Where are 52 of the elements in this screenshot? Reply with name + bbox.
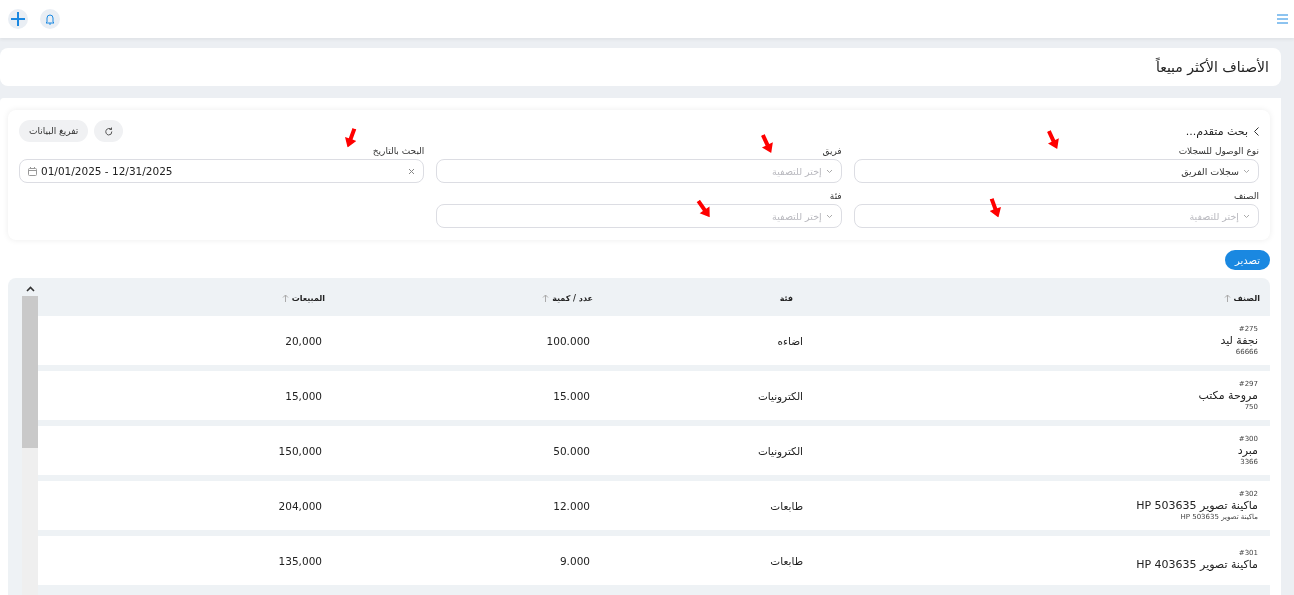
chevron-down-icon <box>1243 213 1250 219</box>
sort-arrow-icon[interactable] <box>1223 294 1231 302</box>
sales-cell-text: 150,000 <box>277 444 323 457</box>
sales-cell-text: 204,000 <box>277 499 323 512</box>
column-header: فئة <box>778 293 794 303</box>
bell-icon[interactable] <box>45 13 55 25</box>
clear-data-button[interactable]: تفريغ البيانات <box>19 120 89 142</box>
calendar-icon <box>28 166 37 176</box>
clear-icon[interactable] <box>408 167 416 175</box>
field-label: الصنف <box>1232 191 1259 201</box>
refresh-button[interactable] <box>94 120 124 142</box>
sales-cell-text: 135,000 <box>277 554 323 567</box>
category-cell-text: طابعات <box>769 554 804 567</box>
sales-cell-text: 20,000 <box>284 334 323 347</box>
column-header[interactable]: عدد / كمية <box>325 293 593 303</box>
column-header[interactable]: الصنف <box>805 293 1270 303</box>
quantity-cell-text: 100.000 <box>545 334 591 347</box>
menu-icon[interactable] <box>1277 14 1288 24</box>
quantity-cell-text: 12.000 <box>552 499 591 512</box>
category-cell-text: طابعات <box>769 499 804 512</box>
export-button[interactable]: تصدير <box>1225 250 1270 270</box>
item-name: ماكينة تصوير HP 503635 <box>1135 498 1258 513</box>
item-name: مبرد <box>1236 443 1258 458</box>
field-label: فئة <box>828 191 842 201</box>
quantity-cell-text: 50.000 <box>552 444 591 457</box>
chevron-down-icon <box>825 168 833 174</box>
item-name: نجفة ليد <box>1219 333 1258 348</box>
quantity-cell-text: 9.000 <box>558 554 591 567</box>
category-cell-text: الكترونيات <box>756 389 804 402</box>
scrollbar[interactable] <box>22 296 38 595</box>
field-label: البحث بالتاريخ <box>371 146 425 156</box>
item-name: ماكينة تصوير HP 403635 <box>1135 557 1258 572</box>
category-cell-text: الكترونيات <box>756 444 804 457</box>
sort-arrow-icon[interactable] <box>281 294 289 302</box>
advanced-search-toggle[interactable]: بحث متقدم... <box>1185 124 1259 138</box>
quantity-cell-text: 15.000 <box>552 389 591 402</box>
notification-button[interactable] <box>40 9 60 29</box>
item-name: مروحة مكتب <box>1197 388 1258 403</box>
column-header[interactable]: المبيعات <box>38 293 325 303</box>
category-cell-text: اضاءه <box>776 334 804 347</box>
date-range-field[interactable]: 01/01/2025 - 12/31/2025 <box>19 159 425 183</box>
chevron-up-icon[interactable] <box>25 286 35 292</box>
field-label: فريق <box>821 146 842 156</box>
sales-cell-text: 15,000 <box>284 389 323 402</box>
sort-arrow-icon[interactable] <box>542 294 550 302</box>
refresh-icon[interactable] <box>104 126 114 136</box>
chevron-down-icon <box>1243 168 1250 174</box>
chevron-left-icon[interactable] <box>1254 126 1259 136</box>
chevron-down-icon <box>825 213 833 219</box>
select-field[interactable]: سجلات الفريق <box>853 159 1259 183</box>
field-label: نوع الوصول للسجلات <box>1177 146 1259 156</box>
page-title: الأصناف الأكثر مبيعاً <box>1155 59 1269 75</box>
